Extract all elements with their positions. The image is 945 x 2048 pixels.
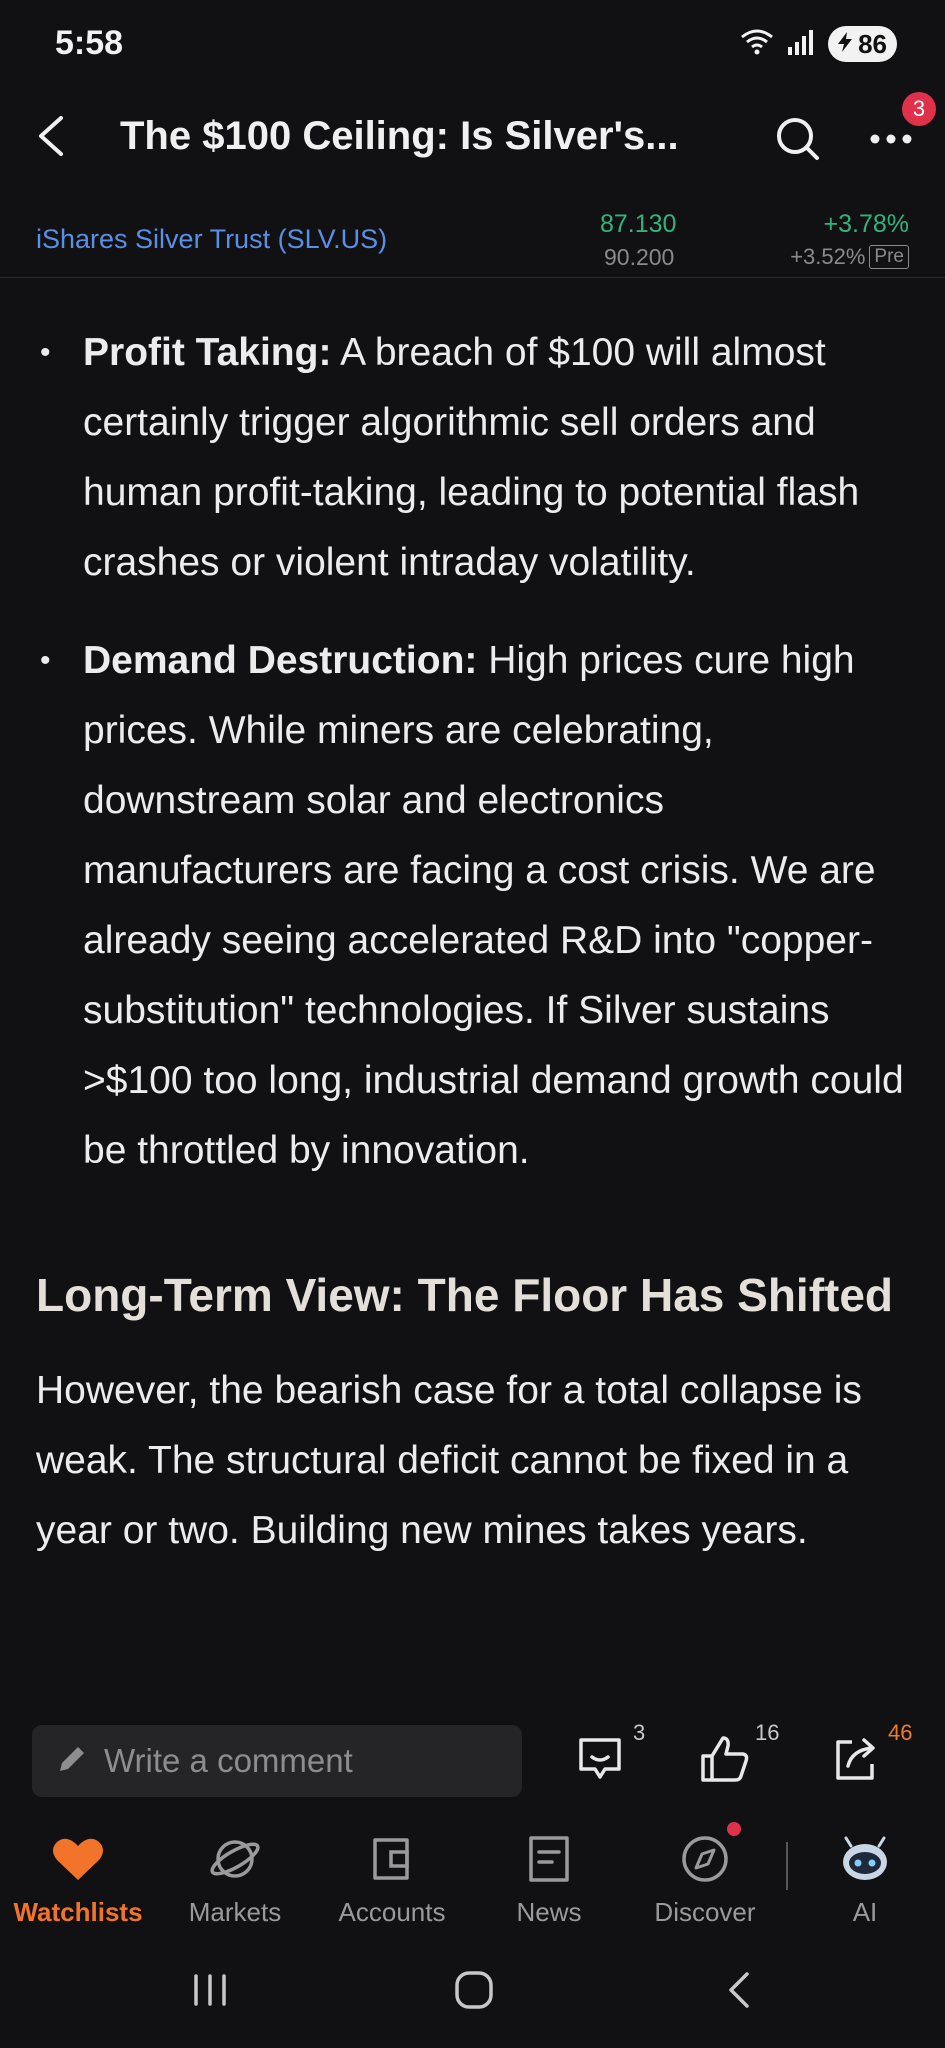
like-button[interactable] <box>690 1726 760 1796</box>
nav-item-ai[interactable]: AI <box>790 1834 940 1928</box>
bullet-term: Demand Destruction: <box>83 639 478 682</box>
comment-bubble-icon <box>575 1735 625 1788</box>
comment-input[interactable]: Write a comment <box>32 1725 522 1797</box>
recent-apps-button[interactable] <box>170 1962 250 2022</box>
article-content: • Profit Taking: A breach of $100 will a… <box>0 278 945 1566</box>
list-item: • Demand Destruction: High prices cure h… <box>0 626 945 1186</box>
robot-icon <box>837 1834 893 1889</box>
status-icons: 86 <box>740 26 897 62</box>
nav-item-accounts[interactable]: Accounts <box>317 1834 467 1928</box>
nav-item-news[interactable]: News <box>474 1834 624 1928</box>
search-icon <box>775 116 821 167</box>
premarket-tag: Pre <box>869 245 909 269</box>
stock-ticker-bar[interactable]: iShares Silver Trust (SLV.US) 87.130 90.… <box>0 200 945 278</box>
share-button[interactable] <box>820 1726 890 1796</box>
battery-level: 86 <box>858 28 887 59</box>
nav-item-markets[interactable]: Markets <box>160 1834 310 1928</box>
bullet-dot: • <box>40 336 51 369</box>
chevron-left-icon <box>35 114 65 163</box>
status-bar: 5:58 86 <box>0 0 945 90</box>
planet-icon <box>208 1834 262 1889</box>
charging-icon <box>836 29 854 60</box>
recent-apps-icon <box>190 1972 230 2013</box>
nav-label: Discover <box>654 1897 756 1927</box>
status-time: 5:58 <box>55 24 124 62</box>
nav-item-watchlists[interactable]: Watchlists <box>3 1834 153 1928</box>
ticker-change-percent: +3.78% <box>823 210 910 238</box>
list-item: • Profit Taking: A breach of $100 will a… <box>0 318 945 598</box>
shares-count: 46 <box>888 1720 913 1745</box>
premarket-change-value: +3.52% <box>790 244 866 269</box>
battery-indicator: 86 <box>828 26 897 62</box>
likes-count: 16 <box>755 1720 780 1745</box>
back-arrow-icon <box>723 1970 753 2015</box>
nav-label: AI <box>852 1897 878 1927</box>
bottom-navigation: Watchlists Markets Accounts News Discove… <box>0 1818 945 1938</box>
ticker-premarket-change: +3.52% Pre <box>790 244 909 270</box>
comments-count: 3 <box>633 1720 646 1745</box>
article-header: The $100 Ceiling: Is Silver's... <box>0 90 945 190</box>
wallet-icon <box>365 1834 419 1889</box>
ticker-premarket-price: 90.200 <box>604 244 675 270</box>
comment-placeholder: Write a comment <box>104 1742 353 1779</box>
discover-notification-dot <box>727 1822 741 1836</box>
system-navigation-bar <box>0 1938 945 2048</box>
compass-icon <box>678 1834 732 1889</box>
bullet-term: Profit Taking: <box>83 331 332 374</box>
ticker-name[interactable]: iShares Silver Trust (SLV.US) <box>36 224 387 255</box>
search-button[interactable] <box>765 108 831 174</box>
nav-label: Accounts <box>338 1897 446 1927</box>
nav-divider <box>786 1842 788 1890</box>
home-icon <box>453 1969 495 2016</box>
section-heading: Long-Term View: The Floor Has Shifted <box>36 1269 894 1321</box>
heart-icon <box>51 1834 105 1889</box>
newspaper-icon <box>522 1834 576 1889</box>
nav-label: Watchlists <box>13 1897 143 1927</box>
pencil-icon <box>56 1743 88 1780</box>
wifi-icon <box>740 27 774 62</box>
nav-item-discover[interactable]: Discover <box>630 1834 780 1928</box>
nav-label: News <box>516 1897 582 1927</box>
bullet-text: High prices cure high prices. While mine… <box>83 639 904 1172</box>
share-icon <box>830 1734 880 1789</box>
scroll-clip-edge <box>0 278 945 290</box>
notification-badge: 3 <box>902 92 936 126</box>
article-paragraph: However, the bearish case for a total co… <box>36 1369 862 1552</box>
comment-bar: Write a comment 3 16 46 <box>0 1708 945 1818</box>
home-button[interactable] <box>434 1962 514 2022</box>
thumbs-up-icon <box>699 1734 751 1789</box>
bullet-dot: • <box>40 644 51 677</box>
system-back-button[interactable] <box>698 1962 778 2022</box>
more-dots-icon <box>869 132 913 150</box>
ticker-price: 87.130 <box>600 210 677 238</box>
back-button[interactable] <box>20 108 80 168</box>
article-body[interactable]: • Profit Taking: A breach of $100 will a… <box>0 278 945 1708</box>
page-title: The $100 Ceiling: Is Silver's... <box>120 114 679 158</box>
signal-icon <box>786 27 816 62</box>
nav-label: Markets <box>188 1897 282 1927</box>
comments-button[interactable] <box>565 1726 635 1796</box>
